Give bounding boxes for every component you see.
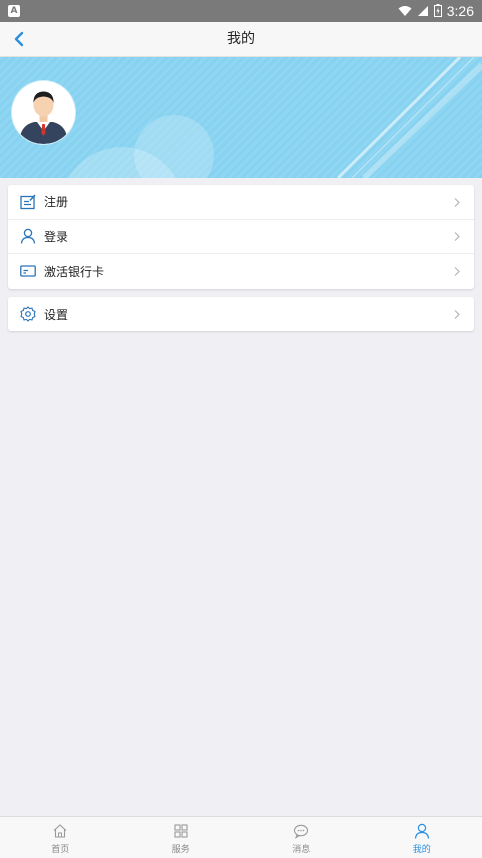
tab-label: 首页 [51, 844, 70, 855]
menu-item-label: 激活银行卡 [44, 264, 105, 279]
user-avatar-icon [12, 81, 75, 144]
menu-item-label: 设置 [44, 307, 69, 322]
account-menu-group: 注册 登录 激活银行卡 [8, 185, 474, 289]
tab-home[interactable]: 首页 [0, 817, 121, 858]
chevron-right-icon [454, 192, 460, 211]
menu-item-label: 注册 [44, 195, 69, 210]
card-icon [20, 263, 36, 279]
page-title: 我的 [227, 31, 255, 47]
navigation-bar: 我的 [0, 22, 482, 57]
chevron-right-icon [454, 305, 460, 324]
tab-mine[interactable]: 我的 [362, 817, 482, 858]
edit-note-icon [20, 194, 36, 210]
wifi-icon [398, 2, 412, 21]
tab-label: 我的 [412, 844, 431, 855]
tab-label: 服务 [171, 844, 190, 855]
gear-icon [20, 306, 36, 322]
menu-item-login[interactable]: 登录 [8, 220, 474, 255]
tab-services[interactable]: 服务 [121, 817, 242, 858]
status-bar: A 3:26 [0, 0, 482, 22]
avatar[interactable] [12, 81, 75, 144]
battery-icon [433, 2, 442, 21]
home-icon [53, 823, 67, 838]
notification-icon: A [8, 5, 20, 17]
menu-item-register[interactable]: 注册 [8, 185, 474, 220]
message-icon [294, 824, 309, 839]
chevron-right-icon [454, 227, 460, 246]
signal-icon [417, 2, 429, 21]
profile-banner [0, 57, 482, 178]
menu-item-settings[interactable]: 设置 [8, 297, 474, 331]
clock-time: 3:26 [446, 3, 474, 19]
user-icon [414, 823, 429, 839]
settings-menu-group: 设置 [8, 297, 474, 331]
user-icon [20, 228, 36, 244]
tab-messages[interactable]: 消息 [241, 817, 362, 858]
grid-icon [174, 823, 188, 838]
tab-label: 消息 [292, 844, 311, 855]
menu-item-label: 登录 [44, 229, 69, 244]
chevron-right-icon [454, 262, 460, 281]
menu-item-activate-card[interactable]: 激活银行卡 [8, 254, 474, 289]
bottom-tab-bar: 首页 服务 消息 我的 [0, 816, 482, 858]
